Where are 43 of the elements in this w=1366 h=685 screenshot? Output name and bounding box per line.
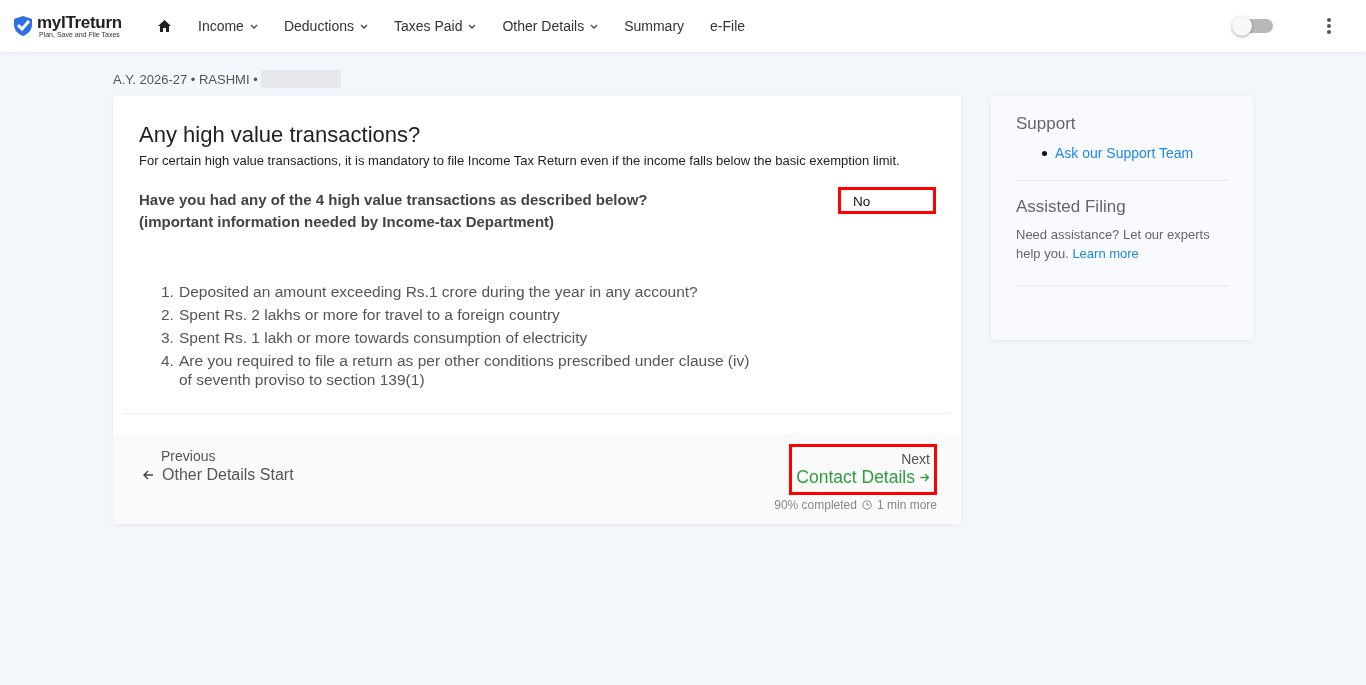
chevron-down-icon <box>590 23 599 29</box>
list-number: 3. <box>161 328 173 347</box>
nav-menu-item[interactable]: e-File <box>710 18 746 34</box>
list-number: 1. <box>161 282 173 301</box>
nav-menu-item[interactable]: Deductions <box>283 18 368 34</box>
bullet-icon <box>1042 150 1047 156</box>
next-page-link[interactable]: Next Contact Details <box>789 444 937 495</box>
arrow-right-icon <box>920 473 930 482</box>
chevron-down-icon <box>359 23 368 29</box>
list-item-text: Spent Rs. 2 lakhs or more for travel to a foreign country <box>179 305 560 324</box>
list-item-text: Spent Rs. 1 lakh or more towards consumption of electricity <box>179 328 588 347</box>
nav-menu-item[interactable]: Income <box>198 18 258 34</box>
support-link[interactable]: Ask our Support Team <box>1055 145 1194 161</box>
page-title: Any high value transactions? <box>139 122 422 148</box>
shield-check-icon <box>12 15 34 37</box>
support-title: Support <box>1016 114 1077 134</box>
clock-icon <box>861 500 872 510</box>
chevron-down-icon <box>249 23 258 29</box>
list-number: 4. <box>161 351 173 371</box>
time-remaining: 1 min more <box>876 498 937 512</box>
assisted-filing-title: Assisted Filing <box>1016 197 1127 217</box>
question-note: (important information needed by Income-tax Department) <box>139 213 556 230</box>
arrow-left-icon <box>143 470 154 480</box>
answer-select[interactable]: No <box>838 187 936 214</box>
question-text: Have you had any of the 4 high value transactions as described below? <box>139 191 648 208</box>
nav-menu-item[interactable]: Taxes Paid <box>393 18 477 34</box>
more-options-icon[interactable] <box>1327 18 1331 34</box>
logo-name[interactable]: myITreturn <box>37 14 122 31</box>
toggle-switch[interactable] <box>1235 19 1273 33</box>
previous-page-link[interactable]: Other Details Start <box>162 466 294 484</box>
chevron-down-icon <box>468 23 477 29</box>
list-item-text: Are you required to file a return as per other conditions prescribed under clause (iv) of seventh proviso to section 139(1) <box>179 351 751 389</box>
learn-more-link[interactable]: Learn more <box>1072 246 1139 261</box>
nav-menu-item[interactable]: Summary <box>624 18 685 34</box>
assisted-filing-text: Need assistance? Let our experts help you. Learn more <box>1016 226 1211 263</box>
home-icon[interactable] <box>158 20 171 32</box>
nav-menu-item[interactable]: Other Details <box>502 18 599 34</box>
previous-label: Previous <box>161 448 217 464</box>
list-number: 2. <box>161 305 173 324</box>
page-subtitle: For certain high value transactions, it is mandatory to file Income Tax Return even if the income falls below the basic exemption limit. <box>139 152 901 170</box>
progress-text: 90% completed <box>774 498 857 512</box>
breadcrumb-text: A.Y. 2026-27 • RASHMI • <box>113 71 258 87</box>
list-item-text: Deposited an amount exceeding Rs.1 crore during the year in any account? <box>179 282 698 301</box>
